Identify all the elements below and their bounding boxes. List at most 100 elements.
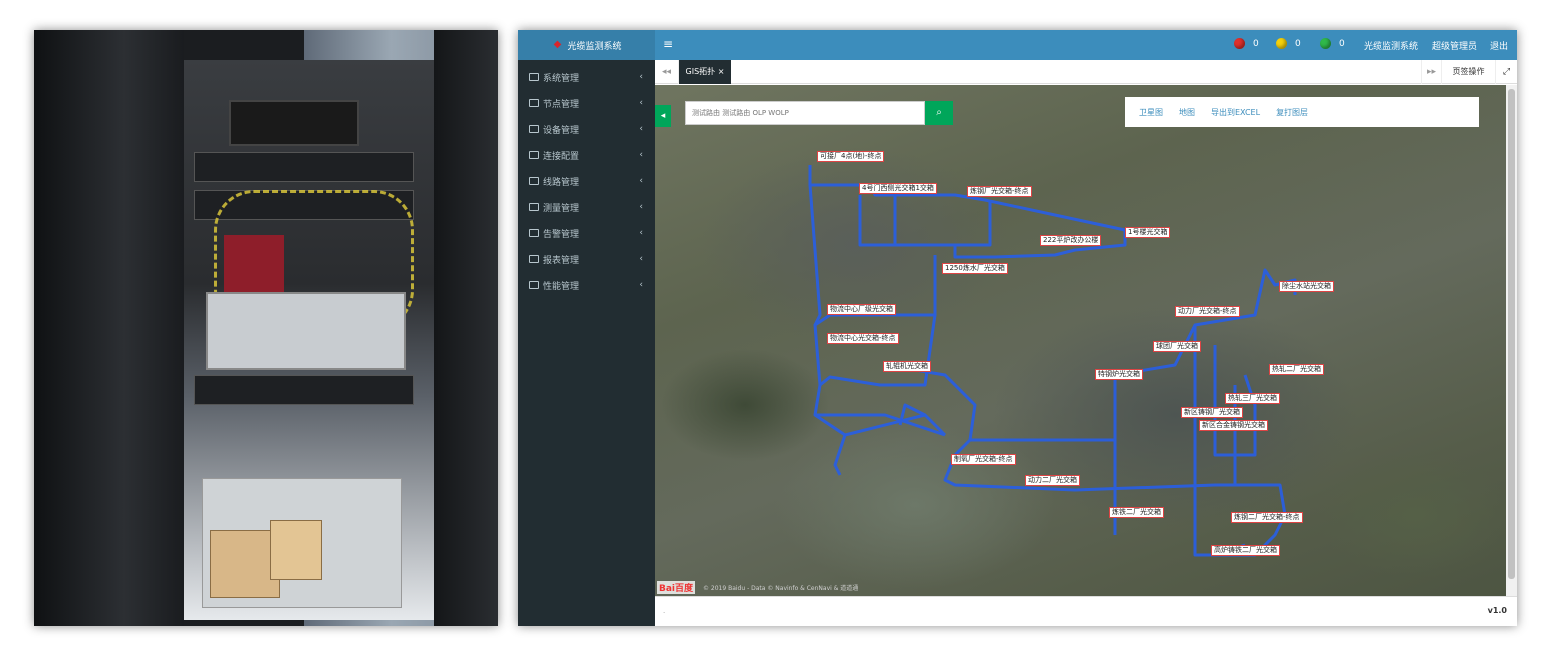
sidebar: 系统管理 ‹ 节点管理 ‹ 设备管理 ‹ 连接配置 ‹ 线路管理 ‹ 测量管理 ‹ 告警管理… [518, 60, 655, 626]
map-view-button[interactable]: 地图 [1179, 107, 1195, 118]
sidebar-item-label: 线路管理 [543, 177, 580, 188]
rack-door-left [34, 30, 184, 626]
version-label: v1.0 [1487, 606, 1507, 615]
sidebar-item-label: 连接配置 [543, 151, 580, 162]
map-node-label[interactable]: 动力厂光交箱-终点 [1175, 306, 1240, 317]
chevron-left-icon: ‹ [639, 202, 643, 212]
alarm-count: 0 [1253, 38, 1259, 49]
app-window: ◆ 光缆监测系统 ≡ 0 0 0 光缆监测系统 超级管理员 退出 系统管理 ‹ 节… [518, 30, 1517, 626]
menu-toggle-icon[interactable]: ≡ [663, 37, 673, 51]
map-node-label[interactable]: 可接厂4点(地)-终点 [817, 151, 885, 162]
sidebar-item-label: 性能管理 [543, 281, 580, 292]
route-search-input[interactable] [685, 101, 925, 125]
map-node-label[interactable]: 特钢炉光交箱 [1095, 369, 1143, 380]
alarm-minor[interactable]: 0 [1320, 38, 1345, 49]
sidebar-item-node[interactable]: 节点管理 ‹ [518, 90, 655, 116]
sidebar-item-label: 系统管理 [543, 73, 580, 84]
sidebar-item-label: 设备管理 [543, 125, 580, 136]
map-node-label[interactable]: 新区合金铸钢光交箱 [1199, 420, 1268, 431]
sidebar-item-report[interactable]: 报表管理 ‹ [518, 246, 655, 272]
fiber-route-overlay [808, 165, 1297, 557]
chevron-left-icon: ‹ [639, 150, 643, 160]
export-excel-button[interactable]: 导出到EXCEL [1211, 107, 1260, 118]
patch-panel [206, 292, 406, 370]
rack-unit [194, 375, 414, 405]
sidebar-item-system[interactable]: 系统管理 ‹ [518, 64, 655, 90]
rack-fans [229, 100, 359, 146]
monitor-icon [529, 281, 539, 289]
chevron-left-icon: ‹ [639, 98, 643, 108]
map-node-label[interactable]: 炼钢厂光交箱-终点 [967, 186, 1032, 197]
map-toolbar: 卫星图 地图 导出到EXCEL 复打图层 [1125, 97, 1479, 127]
monitor-icon [529, 229, 539, 237]
chevron-left-icon: ‹ [639, 176, 643, 186]
map-node-label[interactable]: 炼钢二厂光交箱-终点 [1231, 512, 1303, 523]
map-node-label[interactable]: 1号楼光交箱 [1125, 227, 1171, 238]
tab-gis-topology[interactable]: GIS拓扑 × [679, 60, 731, 84]
alarm-count: 0 [1295, 38, 1301, 49]
tab-bar: ◂◂ GIS拓扑 × ▸▸ 页签操作 ⤢ [655, 60, 1517, 84]
system-link[interactable]: 光缆监测系统 [1364, 39, 1418, 52]
map-node-label[interactable]: 轧辊机光交箱 [883, 361, 931, 372]
sidebar-item-line[interactable]: 线路管理 ‹ [518, 168, 655, 194]
sidebar-item-performance[interactable]: 性能管理 ‹ [518, 272, 655, 298]
layer-button[interactable]: 复打图层 [1276, 107, 1308, 118]
alarm-major[interactable]: 0 [1276, 38, 1301, 49]
sidebar-item-alarm[interactable]: 告警管理 ‹ [518, 220, 655, 246]
monitor-icon [529, 177, 539, 185]
top-navbar: ◆ 光缆监测系统 ≡ 0 0 0 光缆监测系统 超级管理员 退出 [518, 30, 1517, 60]
map-node-label[interactable]: 222平炉改办公楼 [1040, 235, 1102, 246]
gis-map[interactable]: 可接厂4点(地)-终点 4号门西侧光交箱1交箱 炼钢厂光交箱-终点 222平炉改… [655, 85, 1506, 596]
map-node-label[interactable]: 高炉铸铁二厂光交箱 [1211, 545, 1280, 556]
sidebar-item-label: 节点管理 [543, 99, 580, 110]
map-node-label[interactable]: 新区铸钢厂光交箱 [1181, 407, 1243, 418]
monitor-icon [529, 203, 539, 211]
map-scrollbar[interactable] [1506, 85, 1517, 596]
yellow-alarm-icon [1276, 38, 1287, 49]
brand[interactable]: ◆ 光缆监测系统 [518, 30, 655, 60]
sidebar-item-label: 告警管理 [543, 229, 580, 240]
user-link[interactable]: 超级管理员 [1432, 39, 1477, 52]
chevron-left-icon: ‹ [639, 228, 643, 238]
map-copyright: © 2019 Baidu - Data © Navinfo & CenNavi … [703, 585, 859, 592]
sidebar-item-measure[interactable]: 测量管理 ‹ [518, 194, 655, 220]
monitor-icon [529, 73, 539, 81]
rack-unit [194, 152, 414, 182]
monitor-icon [529, 99, 539, 107]
rack-door-right [434, 30, 498, 626]
map-node-label[interactable]: 热轧三厂光交箱 [1225, 393, 1280, 404]
map-node-label[interactable]: 物流中心光交箱-终点 [827, 333, 899, 344]
fullscreen-icon[interactable]: ⤢ [1495, 60, 1517, 84]
baidu-logo: Bai百度 [657, 581, 696, 594]
map-node-label[interactable]: 炼铁二厂光交箱 [1109, 507, 1164, 518]
monitor-icon [529, 125, 539, 133]
map-node-label[interactable]: 球团厂光交箱 [1153, 341, 1201, 352]
map-panel-toggle-icon[interactable]: ◂ [655, 105, 671, 127]
cardboard-box [270, 520, 322, 580]
sidebar-item-connection[interactable]: 连接配置 ‹ [518, 142, 655, 168]
footer-dot: · [663, 609, 666, 617]
search-icon[interactable]: ⌕ [925, 101, 953, 125]
map-node-label[interactable]: 物流中心厂级光交箱 [827, 304, 896, 315]
sidebar-item-label: 测量管理 [543, 203, 580, 214]
chevron-left-icon: ‹ [639, 254, 643, 264]
tab-operations-button[interactable]: 页签操作 [1441, 60, 1495, 84]
app-title: 光缆监测系统 [567, 41, 622, 52]
tab-scroll-left-icon[interactable]: ◂◂ [655, 60, 679, 84]
scrollbar-thumb[interactable] [1508, 89, 1515, 579]
logout-link[interactable]: 退出 [1490, 39, 1508, 52]
map-node-label[interactable]: 制氧厂光交箱-终点 [951, 454, 1016, 465]
satellite-view-button[interactable]: 卫星图 [1139, 107, 1163, 118]
red-alarm-icon [1234, 38, 1245, 49]
map-node-label[interactable]: 除尘水站光交箱 [1279, 281, 1334, 292]
map-node-label[interactable]: 热轧二厂光交箱 [1269, 364, 1324, 375]
server-rack-photo [34, 30, 498, 626]
alarm-critical[interactable]: 0 [1234, 38, 1259, 49]
footer: · v1.0 [655, 596, 1517, 626]
monitor-icon [529, 255, 539, 263]
sidebar-item-device[interactable]: 设备管理 ‹ [518, 116, 655, 142]
map-node-label[interactable]: 1250炼水厂光交箱 [942, 263, 1008, 274]
map-node-label[interactable]: 动力二厂光交箱 [1025, 475, 1080, 486]
tab-scroll-right-icon[interactable]: ▸▸ [1421, 60, 1441, 84]
map-node-label[interactable]: 4号门西侧光交箱1交箱 [859, 183, 937, 194]
